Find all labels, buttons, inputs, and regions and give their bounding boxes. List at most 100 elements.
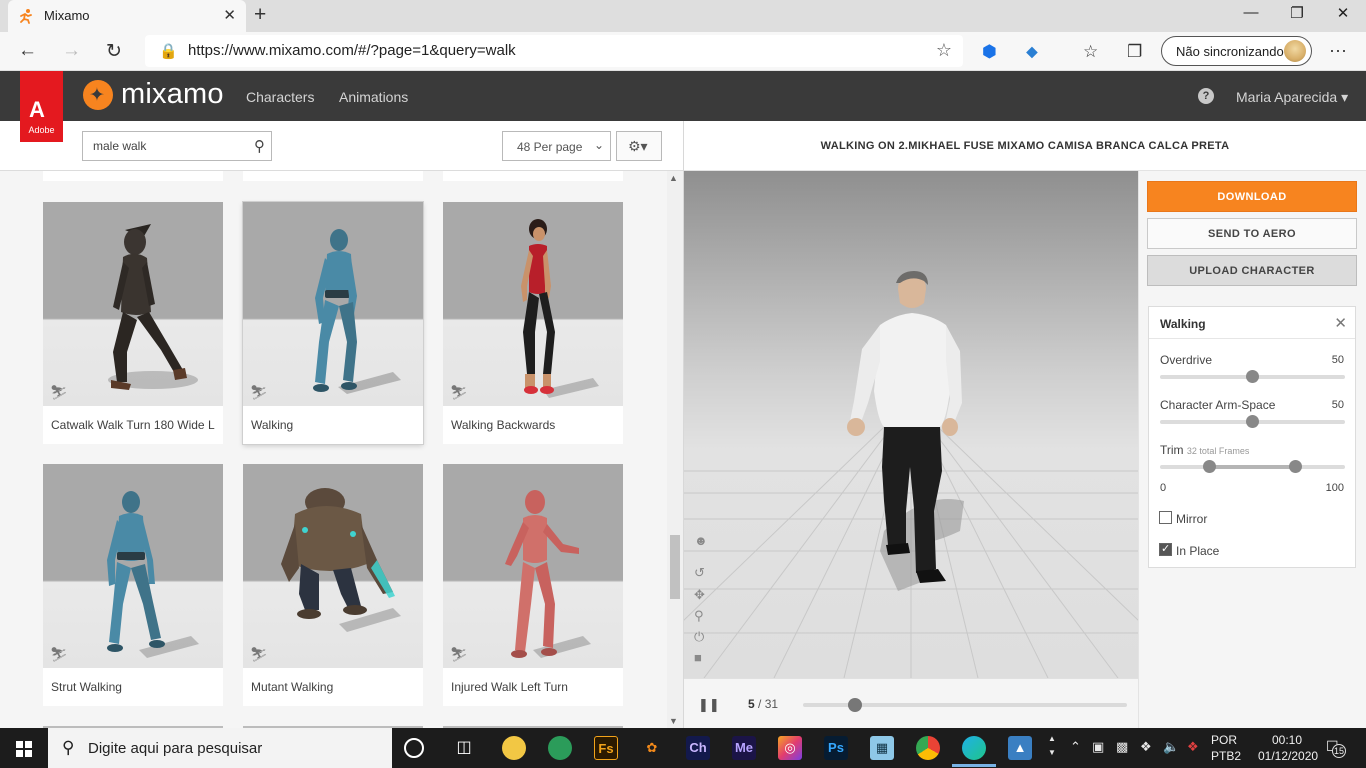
- trim-frames: 32 total Frames: [1186, 446, 1250, 456]
- taskbar-scroll-icon[interactable]: ▲ ▼: [1048, 732, 1056, 760]
- zoom-icon[interactable]: ⚲: [694, 608, 704, 624]
- adobe-logo[interactable]: A Adobe: [20, 71, 63, 142]
- fuse-app-icon[interactable]: Fs: [594, 736, 618, 760]
- trim-start-handle[interactable]: [1203, 460, 1216, 473]
- arm-space-handle[interactable]: [1246, 415, 1259, 428]
- scroll-up-arrow-icon[interactable]: ▲: [669, 173, 678, 183]
- overdrive-slider[interactable]: [1160, 370, 1345, 383]
- photos-icon[interactable]: ▲: [1008, 736, 1032, 760]
- photoshop-icon[interactable]: Ps: [824, 736, 848, 760]
- in-place-checkbox[interactable]: [1159, 542, 1172, 556]
- volume-icon[interactable]: 🔈: [1163, 739, 1179, 755]
- start-button[interactable]: [0, 728, 48, 768]
- user-menu[interactable]: Maria Aparecida ▾: [1236, 89, 1348, 106]
- forward-arrow-icon[interactable]: →: [62, 40, 81, 62]
- animation-card[interactable]: ⛷ Strut Walking: [43, 464, 223, 706]
- favorite-star-icon[interactable]: ☆: [936, 40, 952, 61]
- maps-icon[interactable]: [548, 736, 572, 760]
- app-avatar-icon[interactable]: [502, 736, 526, 760]
- collections-icon[interactable]: ❐: [1127, 42, 1142, 62]
- minimize-button[interactable]: —: [1228, 4, 1274, 21]
- per-page-select[interactable]: 48 Per page ⌄: [502, 131, 611, 161]
- close-icon[interactable]: ✕: [1334, 314, 1347, 332]
- animation-card[interactable]: ⛷ Mutant Walking: [243, 464, 423, 706]
- animation-settings-panel: Walking ✕ Overdrive 50 Character Arm-Spa…: [1148, 306, 1356, 568]
- mirror-checkbox[interactable]: [1159, 511, 1172, 524]
- dropbox-icon[interactable]: ❖: [1187, 739, 1199, 755]
- playback-bar: ❚❚ 5 / 31: [684, 678, 1138, 728]
- scrollbar-thumb[interactable]: [670, 535, 680, 599]
- upload-character-button[interactable]: UPLOAD CHARACTER: [1147, 255, 1357, 286]
- url-field[interactable]: 🔒 https://www.mixamo.com/#/?page=1&query…: [145, 35, 963, 67]
- extension-diamond-icon[interactable]: ⬥: [1026, 42, 1038, 62]
- taskbar-search[interactable]: ⚲ Digite aqui para pesquisar: [48, 728, 392, 768]
- reset-camera-icon[interactable]: ⏻: [694, 629, 704, 645]
- notification-center-icon[interactable]: ☐15: [1326, 738, 1346, 758]
- network-icon[interactable]: ❖: [1140, 739, 1152, 755]
- animation-card-selected[interactable]: ⛷ Walking: [243, 202, 423, 444]
- character-animator-icon[interactable]: Ch: [686, 736, 710, 760]
- animation-thumbnail: [443, 202, 623, 406]
- creative-cloud-icon[interactable]: ◎: [778, 736, 802, 760]
- in-place-label: In Place: [1176, 544, 1220, 558]
- edge-icon[interactable]: [962, 736, 986, 760]
- overdrive-handle[interactable]: [1246, 370, 1259, 383]
- animation-thumbnail: [43, 464, 223, 668]
- blender-icon[interactable]: ✿: [640, 736, 664, 760]
- language-indicator[interactable]: POR PTB2: [1211, 732, 1241, 764]
- animation-card[interactable]: ⛷ Injured Walk Left Turn: [443, 464, 623, 706]
- back-arrow-icon[interactable]: ←: [18, 40, 37, 62]
- arm-space-slider[interactable]: [1160, 415, 1345, 428]
- mixamo-logo-text[interactable]: mixamo: [121, 78, 224, 111]
- help-icon[interactable]: ?: [1198, 88, 1214, 104]
- character-head-icon[interactable]: ☻: [694, 533, 708, 548]
- search-box[interactable]: ⚲: [82, 131, 272, 161]
- trim-end-handle[interactable]: [1289, 460, 1302, 473]
- settings-dropdown-button[interactable]: ⚙▾: [616, 131, 662, 161]
- window-close-button[interactable]: ✕: [1320, 4, 1366, 22]
- address-toolbar: ← → ↻ 🔒 https://www.mixamo.com/#/?page=1…: [0, 32, 1366, 71]
- cortana-icon[interactable]: [404, 738, 424, 758]
- browser-tab[interactable]: Mixamo ✕: [8, 0, 246, 32]
- media-encoder-icon[interactable]: Me: [732, 736, 756, 760]
- timeline-slider[interactable]: [803, 698, 1127, 712]
- animation-card[interactable]: ⛷ Catwalk Walk Turn 180 Wide L: [43, 202, 223, 444]
- running-man-icon: ⛷: [250, 384, 268, 400]
- notebook-app-icon[interactable]: ▦: [870, 736, 894, 760]
- pause-icon[interactable]: ❚❚: [698, 697, 720, 713]
- tray-expand-icon[interactable]: ⌃: [1070, 739, 1081, 755]
- profile-sync-button[interactable]: Não sincronizando: [1161, 36, 1312, 66]
- maximize-button[interactable]: ❐: [1274, 4, 1320, 22]
- settings-more-button[interactable]: ···: [1329, 40, 1347, 61]
- animation-card[interactable]: ⛷ Walking Backwards: [443, 202, 623, 444]
- new-tab-button[interactable]: +: [254, 3, 266, 27]
- nav-animations[interactable]: Animations: [339, 89, 408, 105]
- card-list-scrollbar[interactable]: ▲ ▼: [667, 171, 683, 728]
- rotate-icon[interactable]: ↺: [694, 565, 705, 581]
- battery-icon[interactable]: ▩: [1116, 739, 1128, 755]
- refresh-icon[interactable]: ↻: [106, 40, 122, 63]
- search-input[interactable]: [83, 132, 243, 160]
- download-button[interactable]: DOWNLOAD: [1147, 181, 1357, 212]
- nav-characters[interactable]: Characters: [246, 89, 314, 105]
- tab-close-icon[interactable]: ✕: [223, 6, 236, 24]
- timeline-handle[interactable]: [847, 698, 862, 712]
- scroll-down-arrow-icon[interactable]: ▼: [669, 716, 678, 726]
- clock[interactable]: 00:10 01/12/2020: [1258, 732, 1318, 764]
- search-icon[interactable]: ⚲: [254, 137, 265, 155]
- animation-thumbnail: [243, 464, 423, 668]
- 3d-viewport[interactable]: ☻ ↺ ✥ ⚲ ⏻ ■: [684, 171, 1138, 678]
- mixamo-runner-icon[interactable]: ✦: [83, 80, 113, 110]
- pan-icon[interactable]: ✥: [694, 587, 705, 603]
- favorites-list-icon[interactable]: ☆: [1083, 42, 1098, 62]
- url-text[interactable]: https://www.mixamo.com/#/?page=1&query=w…: [188, 42, 516, 59]
- trim-slider[interactable]: [1160, 460, 1345, 473]
- camera-tray-icon[interactable]: ▣: [1092, 739, 1104, 755]
- task-view-icon[interactable]: ◫: [452, 736, 476, 760]
- clock-time: 00:10: [1271, 733, 1303, 747]
- extension-hexagon-icon[interactable]: ⬢: [982, 42, 997, 62]
- running-man-icon: ⛷: [50, 646, 68, 662]
- camera-icon[interactable]: ■: [694, 650, 702, 665]
- send-to-aero-button[interactable]: SEND TO AERO: [1147, 218, 1357, 249]
- chrome-icon[interactable]: [916, 736, 940, 760]
